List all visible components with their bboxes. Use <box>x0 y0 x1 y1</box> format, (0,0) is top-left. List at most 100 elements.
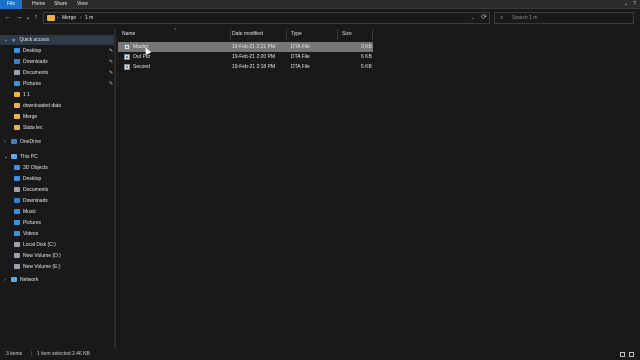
desktop-icon <box>14 175 20 181</box>
tab-home[interactable]: Home <box>28 0 49 9</box>
video-icon <box>14 230 20 236</box>
dta-file-icon <box>124 54 130 60</box>
tab-file[interactable]: File <box>0 0 22 9</box>
file-type: DTA File <box>291 54 310 60</box>
drive-icon <box>14 252 20 258</box>
cube-icon <box>14 164 20 170</box>
chevron-expanded-icon[interactable]: ⌄ <box>4 35 8 45</box>
nav-label: 1 1 <box>23 92 30 98</box>
file-date: 19-Feb-21 2:18 PM <box>232 64 276 70</box>
breadcrumb-merge[interactable]: Merge <box>62 14 76 23</box>
details-view-icon[interactable] <box>620 352 625 357</box>
search-icon: ⌕ <box>500 15 504 21</box>
computer-icon <box>11 153 17 159</box>
large-icons-view-icon[interactable] <box>629 352 634 357</box>
nav-label: Pictures <box>23 81 42 87</box>
nav-scrollbar[interactable] <box>114 29 116 349</box>
chevron-right-icon[interactable]: › <box>4 275 6 285</box>
document-icon <box>14 69 20 75</box>
search-input[interactable]: ⌕ Search 1 m <box>494 12 634 24</box>
column-header-date[interactable]: Date modified <box>228 29 287 40</box>
nav-quick-access[interactable]: ⌄ ★ Quick access <box>0 35 114 45</box>
cloud-icon <box>11 138 17 144</box>
tab-share[interactable]: Share <box>50 0 71 9</box>
nav-this-pc[interactable]: ⌄ This PC <box>0 152 114 162</box>
nav-item-documents[interactable]: Documents ✎ <box>0 68 114 78</box>
pictures-icon <box>14 219 20 225</box>
chevron-expanded-icon[interactable]: ⌄ <box>4 152 8 162</box>
file-size: 3 KB <box>361 44 372 50</box>
nav-label: Pictures <box>23 220 42 226</box>
nav-item-videos[interactable]: Videos <box>0 229 114 239</box>
selection-info: 1 item selected 2.46 KB <box>37 351 90 357</box>
ribbon-controls: ⌄ ? <box>624 1 636 7</box>
help-icon[interactable]: ? <box>633 1 636 7</box>
dta-file-icon <box>124 44 130 50</box>
nav-label: 3D Objects <box>23 165 48 171</box>
download-icon <box>14 197 20 203</box>
nav-label: Merge <box>23 114 38 120</box>
nav-item-merge[interactable]: Merge <box>0 112 114 122</box>
table-row[interactable]: Second 19-Feb-21 2:18 PM DTA File 5 KB <box>118 62 373 72</box>
chevron-down-icon[interactable]: ⌄ <box>624 1 628 7</box>
nav-item-pc-pictures[interactable]: Pictures <box>0 218 114 228</box>
ribbon-tab-bar: File Home Share View ⌄ ? <box>0 0 640 9</box>
nav-network[interactable]: › Network <box>0 275 114 285</box>
tab-view[interactable]: View <box>73 0 92 9</box>
nav-label: Documents <box>23 187 49 193</box>
nav-label: This PC <box>20 154 38 160</box>
nav-label: Downloads <box>23 59 48 65</box>
breadcrumb-current-folder[interactable]: 1 m <box>85 14 93 23</box>
column-header-name[interactable]: Name ^ <box>118 28 231 40</box>
address-dropdown-icon[interactable]: ⌄ <box>471 14 475 23</box>
nav-item-music[interactable]: Music <box>0 207 114 217</box>
folder-icon <box>14 113 20 119</box>
nav-item-downloaded-data[interactable]: downloaded data <box>0 101 114 111</box>
nav-label: Music <box>23 209 37 215</box>
nav-item-new-volume-e[interactable]: New Volume (E:) <box>0 262 114 272</box>
breadcrumb-chevron-icon[interactable]: › <box>57 14 59 23</box>
desktop-icon <box>14 47 20 53</box>
nav-label: Documents <box>23 70 49 76</box>
nav-item-stata-lec[interactable]: Stata lec <box>0 123 114 133</box>
nav-item-local-disk-c[interactable]: Local Disk (C:) <box>0 240 114 250</box>
nav-label: Local Disk (C:) <box>23 242 56 248</box>
file-type: DTA File <box>291 64 310 70</box>
sort-ascending-icon: ^ <box>174 28 177 34</box>
table-row[interactable]: Out Put 19-Feb-21 2:20 PM DTA File 6 KB <box>118 52 373 62</box>
file-list: Name ^ Date modified Type Size Master 19… <box>118 28 640 349</box>
folder-icon <box>14 102 20 108</box>
view-toggle <box>620 352 634 357</box>
up-button[interactable]: ↑ <box>31 13 41 23</box>
nav-label: downloaded data <box>23 103 62 109</box>
column-header-size[interactable]: Size <box>338 29 373 40</box>
dta-file-icon <box>124 64 130 70</box>
folder-icon <box>47 15 55 21</box>
drive-icon <box>14 241 20 247</box>
star-icon: ★ <box>11 37 17 44</box>
pin-icon: ✎ <box>109 48 114 54</box>
nav-item-pc-downloads[interactable]: Downloads <box>0 196 114 206</box>
nav-label: Downloads <box>23 198 48 204</box>
nav-item-pc-documents[interactable]: Documents <box>0 185 114 195</box>
column-header-type[interactable]: Type <box>287 29 338 40</box>
nav-onedrive[interactable]: › OneDrive <box>0 137 114 147</box>
nav-label: Videos <box>23 231 39 237</box>
table-row[interactable]: Master 19-Feb-21 2:21 PM DTA File 3 KB <box>118 42 373 52</box>
nav-item-new-volume-d[interactable]: New Volume (D:) <box>0 251 114 261</box>
nav-item-1-1[interactable]: 1 1 <box>0 90 114 100</box>
breadcrumb-chevron-icon[interactable]: › <box>80 14 82 23</box>
refresh-icon[interactable]: ⟳ <box>481 13 487 23</box>
nav-item-pc-desktop[interactable]: Desktop <box>0 174 114 184</box>
navigation-pane: ⌄ ★ Quick access Desktop ✎ Downloads ✎ Do… <box>0 29 116 349</box>
nav-item-downloads[interactable]: Downloads ✎ <box>0 57 114 67</box>
nav-item-desktop[interactable]: Desktop ✎ <box>0 46 114 56</box>
pictures-icon <box>14 80 20 86</box>
nav-item-pictures[interactable]: Pictures ✎ <box>0 79 114 89</box>
nav-label: Network <box>20 277 39 283</box>
chevron-right-icon[interactable]: › <box>4 137 6 147</box>
address-bar[interactable]: › Merge › 1 m ⌄ ⟳ <box>43 12 490 24</box>
back-button[interactable]: ← <box>3 13 13 23</box>
nav-label: Stata lec <box>23 125 43 131</box>
nav-item-3d-objects[interactable]: 3D Objects <box>0 163 114 173</box>
